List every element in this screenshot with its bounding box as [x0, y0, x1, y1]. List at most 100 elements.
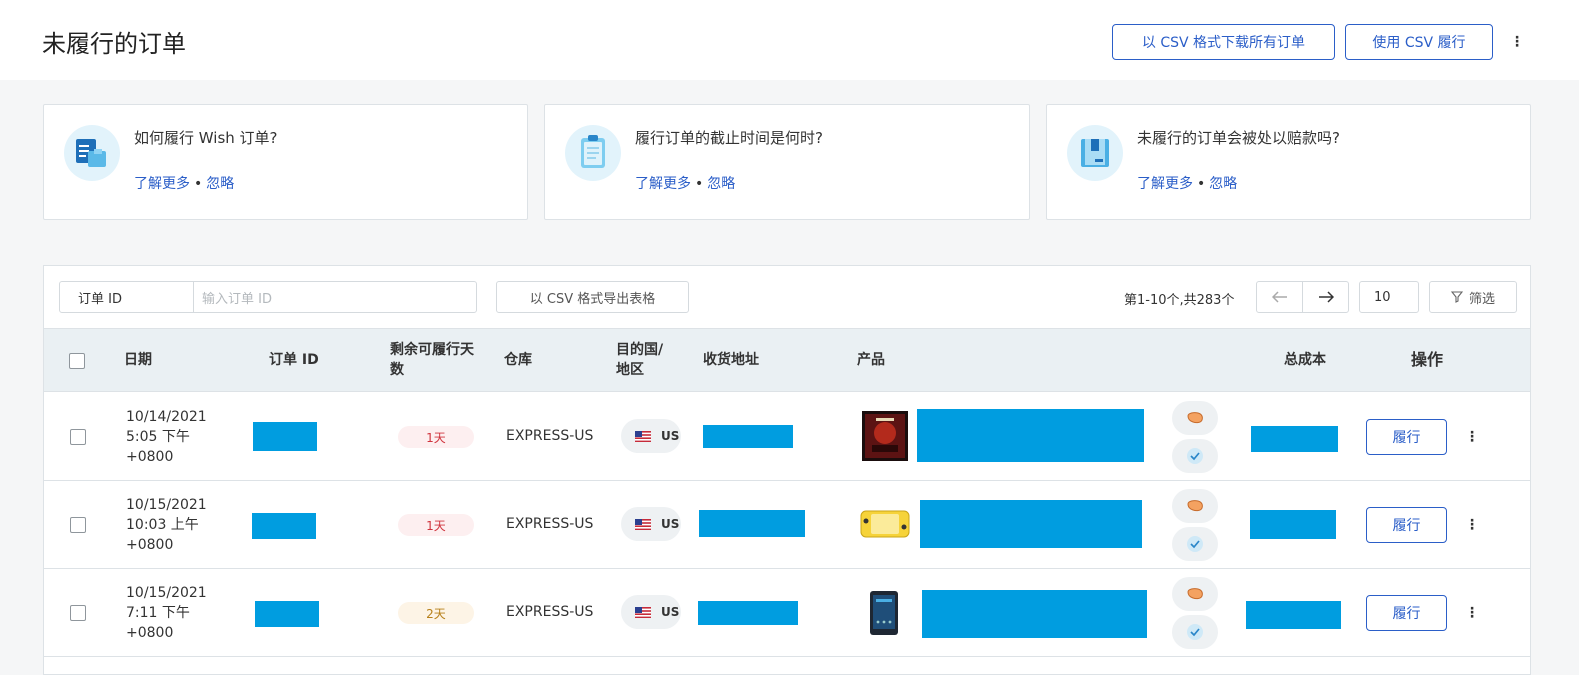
warehouse-name: EXPRESS-US [506, 604, 594, 620]
arrow-left-icon[interactable] [1257, 282, 1302, 312]
filter-label: 筛选 [1468, 291, 1495, 307]
us-flag-icon [635, 518, 651, 530]
page-header: 未履行的订单 以 CSV 格式下载所有订单 使用 CSV 履行 ⋮ [0, 0, 1579, 80]
redacted-address [698, 601, 798, 625]
wish-express-tag[interactable] [1172, 577, 1218, 611]
wish-express-tag[interactable] [1172, 489, 1218, 523]
column-date: 日期 [124, 352, 152, 368]
wish-express-tag[interactable] [1172, 401, 1218, 435]
package-icon [1067, 125, 1123, 181]
download-all-csv-button[interactable]: 以 CSV 格式下载所有订单 [1112, 24, 1335, 60]
order-date: 10/14/2021 5:05 下午 +0800 [126, 409, 207, 465]
funnel-icon [1450, 291, 1463, 303]
column-address: 收货地址 [703, 352, 759, 368]
redacted-product-name[interactable] [920, 500, 1142, 548]
search-field-select[interactable]: 订单 ID [60, 282, 194, 312]
check-icon [1187, 448, 1203, 464]
learn-more-link[interactable]: 了解更多 [635, 176, 691, 192]
column-actions: 操作 [1411, 350, 1444, 369]
page-title: 未履行的订单 [42, 30, 186, 58]
check-icon [1187, 536, 1203, 552]
redacted-total-cost [1251, 426, 1338, 452]
vertical-ellipsis-icon[interactable]: ⋮ [1464, 515, 1480, 535]
pagination-info: 第1-10个,共283个 [1124, 293, 1235, 308]
table-row: 10/15/2021 10:03 上午 +0800 1天 EXPRESS-US US… [44, 481, 1530, 569]
product-thumbnail[interactable] [859, 501, 911, 551]
product-thumbnail[interactable] [862, 411, 908, 461]
card-question: 如何履行 Wish 订单? [134, 129, 278, 147]
destination-country: US [621, 507, 681, 541]
vertical-ellipsis-icon[interactable]: ⋮ [1509, 32, 1525, 52]
vertical-ellipsis-icon[interactable]: ⋮ [1464, 603, 1480, 623]
fulfill-button[interactable]: 履行 [1366, 507, 1447, 543]
redacted-address [699, 510, 805, 537]
verified-tag[interactable] [1172, 439, 1218, 473]
arrow-right-icon[interactable] [1302, 282, 1348, 312]
verified-tag[interactable] [1172, 615, 1218, 649]
column-destination: 目的国/地区 [616, 342, 664, 378]
check-icon [1187, 624, 1203, 640]
column-warehouse: 仓库 [504, 352, 532, 368]
column-total-cost: 总成本 [1284, 352, 1326, 368]
ignore-link[interactable]: 忽略 [206, 176, 234, 192]
us-flag-icon [635, 606, 651, 618]
destination-country: US [621, 595, 681, 629]
verified-tag[interactable] [1172, 527, 1218, 561]
separator-dot: • [695, 176, 704, 192]
redacted-product-name[interactable] [917, 409, 1144, 462]
us-flag-icon [635, 430, 651, 442]
product-thumbnail[interactable] [868, 589, 900, 639]
learn-more-link[interactable]: 了解更多 [134, 176, 190, 192]
row-checkbox[interactable] [70, 605, 86, 621]
table-row: 10/15/2021 7:11 下午 +0800 2天 EXPRESS-US US … [44, 569, 1530, 657]
days-left-badge: 1天 [398, 514, 474, 536]
page-size-input[interactable]: 10 [1359, 281, 1419, 313]
fulfill-with-csv-button[interactable]: 使用 CSV 履行 [1345, 24, 1493, 60]
help-card-how-to-fulfill: 如何履行 Wish 订单? 了解更多 • 忽略 [43, 104, 528, 220]
orders-table-panel: 订单 ID 输入订单 ID 以 CSV 格式导出表格 第1-10个,共283个 … [43, 265, 1531, 675]
clipboard-icon [565, 125, 621, 181]
badge-icon [1187, 588, 1203, 600]
warehouse-name: EXPRESS-US [506, 516, 594, 532]
learn-more-link[interactable]: 了解更多 [1137, 176, 1193, 192]
fulfill-button[interactable]: 履行 [1366, 419, 1447, 455]
badge-icon [1187, 500, 1203, 512]
vertical-ellipsis-icon[interactable]: ⋮ [1464, 427, 1480, 447]
country-code: US [661, 517, 680, 531]
column-days-left: 剩余可履行天数 [390, 342, 474, 378]
ignore-link[interactable]: 忽略 [1209, 176, 1237, 192]
separator-dot: • [194, 176, 203, 192]
order-id-input[interactable]: 输入订单 ID [194, 282, 476, 312]
help-card-penalty: 未履行的订单会被处以赔款吗? 了解更多 • 忽略 [1046, 104, 1531, 220]
column-product: 产品 [857, 352, 885, 368]
redacted-order-id[interactable] [255, 601, 319, 627]
redacted-product-name[interactable] [922, 590, 1147, 638]
country-code: US [661, 429, 680, 443]
country-code: US [661, 605, 680, 619]
redacted-total-cost [1250, 510, 1336, 539]
redacted-order-id[interactable] [252, 513, 316, 539]
warehouse-name: EXPRESS-US [506, 428, 594, 444]
card-question: 未履行的订单会被处以赔款吗? [1137, 129, 1340, 147]
order-date: 10/15/2021 7:11 下午 +0800 [126, 585, 207, 641]
redacted-total-cost [1246, 601, 1341, 629]
days-left-badge: 2天 [398, 602, 474, 624]
select-all-checkbox[interactable] [69, 353, 85, 369]
filter-button[interactable]: 筛选 [1429, 281, 1517, 313]
days-left-badge: 1天 [398, 426, 474, 448]
redacted-order-id[interactable] [253, 422, 317, 451]
destination-country: US [621, 419, 681, 453]
help-card-deadline: 履行订单的截止时间是何时? 了解更多 • 忽略 [544, 104, 1030, 220]
card-question: 履行订单的截止时间是何时? [635, 129, 823, 147]
separator-dot: • [1197, 176, 1206, 192]
ignore-link[interactable]: 忽略 [707, 176, 735, 192]
export-csv-button[interactable]: 以 CSV 格式导出表格 [496, 281, 689, 313]
table-row: 10/14/2021 5:05 下午 +0800 1天 EXPRESS-US US … [44, 393, 1530, 481]
order-documents-icon [64, 125, 120, 181]
pagination-controls [1256, 281, 1349, 313]
order-date: 10/15/2021 10:03 上午 +0800 [126, 497, 207, 553]
fulfill-button[interactable]: 履行 [1366, 595, 1447, 631]
row-checkbox[interactable] [70, 429, 86, 445]
row-checkbox[interactable] [70, 517, 86, 533]
table-header: 日期 订单 ID 剩余可履行天数 仓库 目的国/地区 收货地址 产品 总成本 操… [44, 328, 1530, 392]
